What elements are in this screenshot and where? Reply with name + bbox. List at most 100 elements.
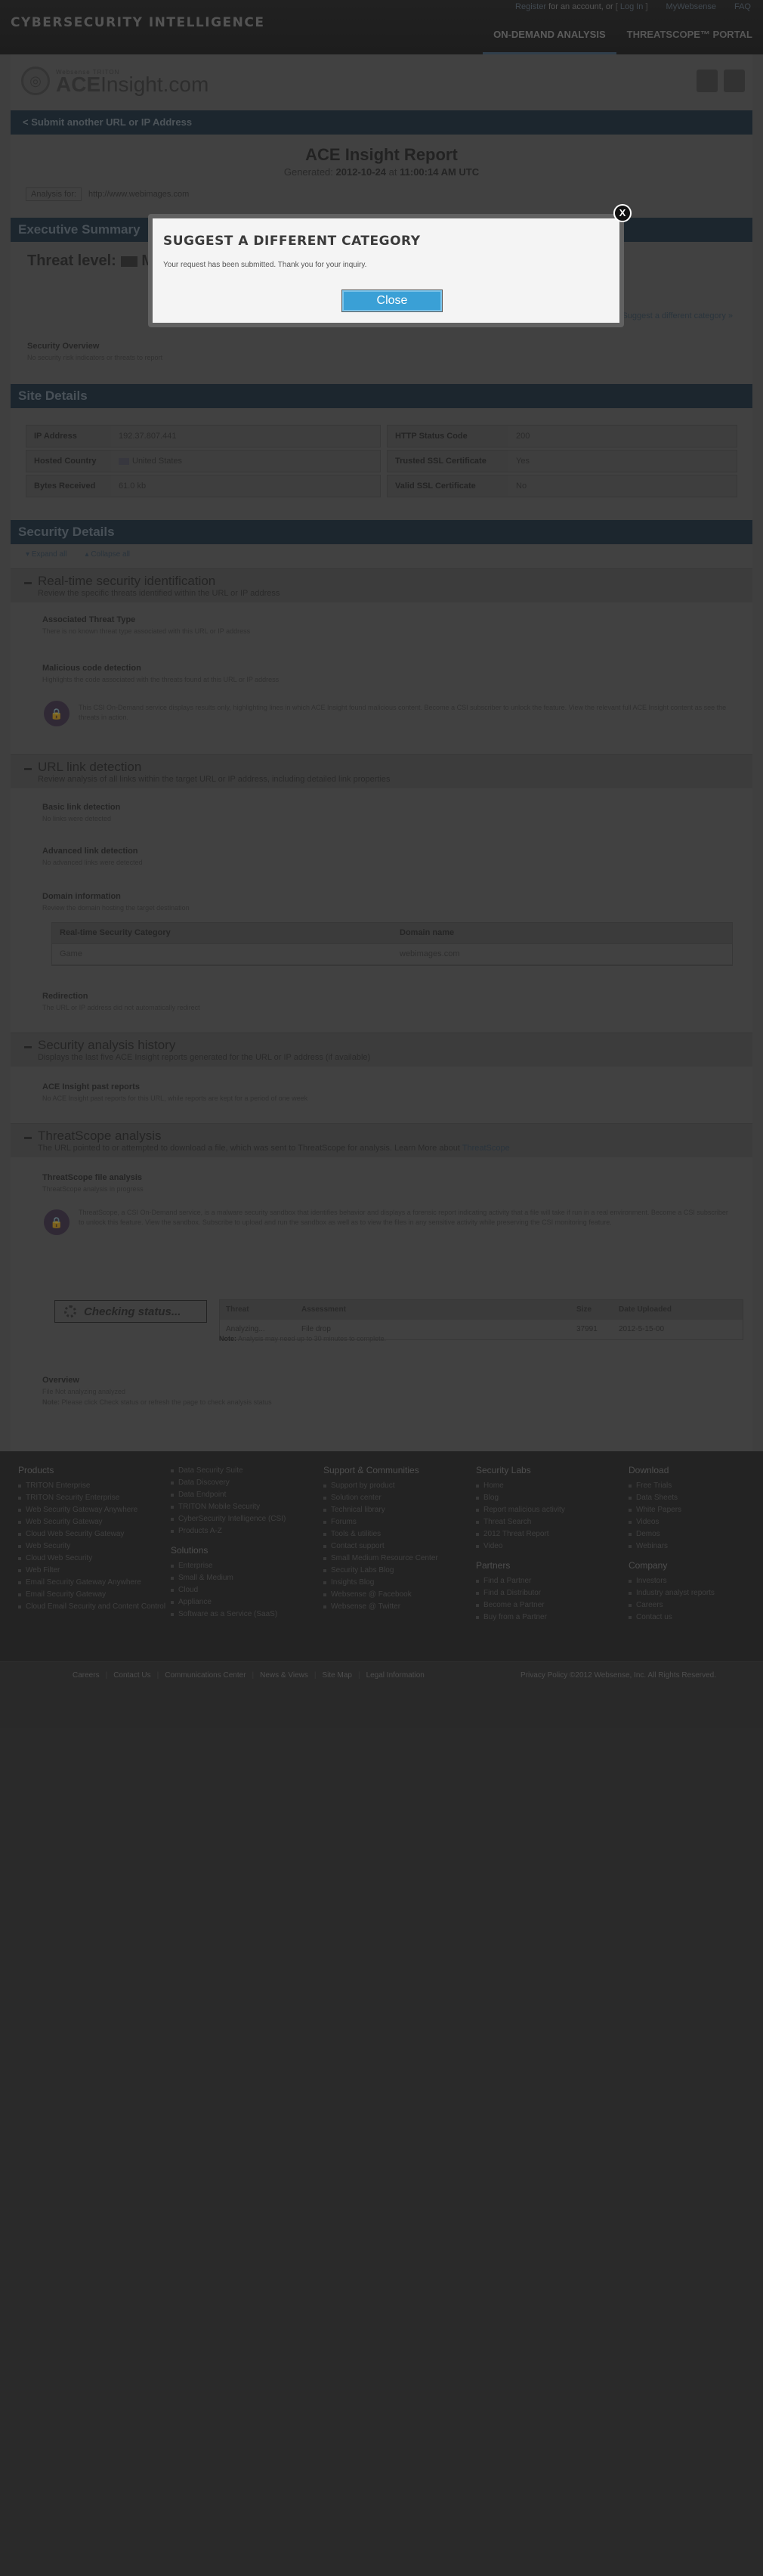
footer-link[interactable]: Email Security Gateway Anywhere bbox=[18, 1577, 165, 1589]
footer-link[interactable]: Webinars bbox=[629, 1540, 715, 1553]
footer-link[interactable]: Enterprise bbox=[171, 1560, 286, 1572]
footer-link[interactable]: Video bbox=[476, 1540, 565, 1553]
footer-link[interactable]: Threat Search bbox=[476, 1516, 565, 1528]
footer-link[interactable]: Free Trials bbox=[629, 1480, 715, 1492]
group-realtime-security[interactable]: ▬ Real-time security identification Revi… bbox=[11, 568, 752, 602]
footer-link[interactable]: Forums bbox=[323, 1516, 438, 1528]
login-link[interactable]: Log In bbox=[620, 2, 644, 11]
suggest-category-link[interactable]: Suggest a different category » bbox=[622, 311, 733, 320]
bottom-link[interactable]: Careers bbox=[73, 1671, 100, 1680]
overview-title: Overview bbox=[42, 1376, 79, 1385]
footer-link[interactable]: Home bbox=[476, 1480, 565, 1492]
submit-another-url-link[interactable]: < Submit another URL or IP Address bbox=[11, 110, 752, 135]
close-button[interactable]: Close bbox=[341, 289, 443, 312]
pdf-icon[interactable] bbox=[724, 70, 745, 92]
footer-link[interactable]: Websense @ Twitter bbox=[323, 1601, 438, 1613]
footer-link[interactable]: Websense @ Facebook bbox=[323, 1589, 438, 1601]
footer-link[interactable]: Web Security Gateway Anywhere bbox=[18, 1504, 165, 1516]
footer-link[interactable]: Cloud Web Security bbox=[18, 1553, 165, 1565]
footer-link[interactable]: Cloud Web Security Gateway bbox=[18, 1528, 165, 1540]
collapse-caret-icon: ▬ bbox=[24, 764, 32, 772]
footer-link[interactable]: Become a Partner bbox=[476, 1599, 565, 1612]
footer-link[interactable]: Small & Medium bbox=[171, 1572, 286, 1584]
bottom-link[interactable]: Contact Us bbox=[113, 1671, 150, 1680]
footer-link[interactable]: Appliance bbox=[171, 1596, 286, 1608]
footer-link[interactable]: Data Sheets bbox=[629, 1492, 715, 1504]
footer-link[interactable]: Security Labs Blog bbox=[323, 1565, 438, 1577]
footer-link[interactable]: Demos bbox=[629, 1528, 715, 1540]
footer-link[interactable]: Buy from a Partner bbox=[476, 1612, 565, 1624]
footer-link[interactable]: Software as a Service (SaaS) bbox=[171, 1608, 286, 1621]
footer-link[interactable]: Industry analyst reports bbox=[629, 1587, 715, 1599]
footer-link[interactable]: Data Endpoint bbox=[171, 1489, 286, 1501]
bottom-link[interactable]: Legal Information bbox=[366, 1671, 425, 1680]
footer-link[interactable]: White Papers bbox=[629, 1504, 715, 1516]
group-url-link-detection[interactable]: ▬ URL link detection Review analysis of … bbox=[11, 754, 752, 788]
footer-link[interactable]: CyberSecurity Intelligence (CSI) bbox=[171, 1513, 286, 1525]
footer-link[interactable]: Email Security Gateway bbox=[18, 1589, 165, 1601]
threatscope-link[interactable]: ThreatScope bbox=[462, 1144, 510, 1153]
dialog-body: SUGGEST A DIFFERENT CATEGORY Your reques… bbox=[153, 218, 619, 323]
faq-link[interactable]: FAQ bbox=[734, 2, 751, 11]
footer-link[interactable]: Data Security Suite bbox=[171, 1465, 286, 1477]
group-security-history[interactable]: ▬ Security analysis history Displays the… bbox=[11, 1033, 752, 1067]
suggest-category-dialog: SUGGEST A DIFFERENT CATEGORY Your reques… bbox=[148, 214, 624, 327]
mywebsense-link[interactable]: MyWebsense bbox=[666, 2, 716, 11]
bottom-link[interactable]: News & Views bbox=[260, 1671, 308, 1680]
footer-link[interactable]: Blog bbox=[476, 1492, 565, 1504]
analysis-for-label: Analysis for: bbox=[26, 187, 82, 201]
footer-link[interactable]: Small Medium Resource Center bbox=[323, 1553, 438, 1565]
footer-link[interactable]: TRITON Mobile Security bbox=[171, 1501, 286, 1513]
footer-link[interactable]: TRITON Enterprise bbox=[18, 1480, 165, 1492]
separator: | bbox=[252, 1671, 255, 1680]
footer-link[interactable]: 2012 Threat Report bbox=[476, 1528, 565, 1540]
malicious-code-title: Malicious code detection bbox=[42, 664, 141, 673]
footer-link[interactable]: Support by product bbox=[323, 1480, 438, 1492]
footer-link[interactable]: Contact support bbox=[323, 1540, 438, 1553]
footer-link[interactable]: Investors bbox=[629, 1575, 715, 1587]
footer-link[interactable]: Solution center bbox=[323, 1492, 438, 1504]
footer-link[interactable]: Technical library bbox=[323, 1504, 438, 1516]
footer-link[interactable]: Cloud Email Security and Content Control bbox=[18, 1601, 165, 1613]
footer: Products TRITON Enterprise TRITON Securit… bbox=[0, 1451, 763, 1661]
footer-link[interactable]: Find a Distributor bbox=[476, 1587, 565, 1599]
close-icon[interactable]: X bbox=[613, 204, 632, 222]
threat-level-chip-icon bbox=[120, 255, 137, 267]
footer-link[interactable]: Report malicious activity bbox=[476, 1504, 565, 1516]
footer-link[interactable]: TRITON Security Enterprise bbox=[18, 1492, 165, 1504]
footer-link[interactable]: Insights Blog bbox=[323, 1577, 438, 1589]
footer-link[interactable]: Data Discovery bbox=[171, 1477, 286, 1489]
footer-link[interactable]: Careers bbox=[629, 1599, 715, 1612]
footer-link[interactable]: Contact us bbox=[629, 1612, 715, 1624]
logo-disc-icon: ◎ bbox=[21, 67, 50, 95]
footer-link[interactable]: Web Filter bbox=[18, 1565, 165, 1577]
footer-link[interactable]: Products A-Z bbox=[171, 1525, 286, 1537]
group-threatscope[interactable]: ▬ ThreatScope analysis The URL pointed t… bbox=[11, 1123, 752, 1157]
ace-insight-logo[interactable]: ◎ Websense TRITON ACEInsight.com bbox=[21, 67, 209, 95]
bottom-link[interactable]: Communications Center bbox=[165, 1671, 246, 1680]
collapse-all-link[interactable]: ▴ Collapse all bbox=[85, 550, 131, 559]
check-status-button[interactable]: Checking status... bbox=[54, 1300, 207, 1323]
expand-all-link[interactable]: ▾ Expand all bbox=[26, 550, 67, 559]
footer-link[interactable]: Videos bbox=[629, 1516, 715, 1528]
tab-threatscope-portal[interactable]: THREATSCOPE™ PORTAL bbox=[616, 26, 763, 54]
footer-link[interactable]: Web Security Gateway bbox=[18, 1516, 165, 1528]
logo-main-text: ACEInsight.com bbox=[56, 72, 209, 96]
bottom-link[interactable]: Site Map bbox=[322, 1671, 351, 1680]
copyright: Privacy Policy ©2012 Websense, Inc. All … bbox=[521, 1671, 716, 1680]
advanced-link-text: No advanced links were detected bbox=[42, 859, 143, 866]
threat-level: Threat level: M bbox=[27, 252, 154, 270]
register-link[interactable]: Register bbox=[515, 2, 546, 11]
expand-collapse-links: ▾ Expand all ▴ Collapse all bbox=[26, 550, 130, 559]
lock-icon: 🔒 bbox=[44, 701, 70, 726]
associated-threat-type-text: There is no known threat type associated… bbox=[42, 627, 251, 635]
footer-col-support: Support & Communities Support by product… bbox=[323, 1465, 438, 1613]
separator: | bbox=[105, 1671, 108, 1680]
footer-link[interactable]: Tools & utilities bbox=[323, 1528, 438, 1540]
site-details-grid: IP Address 192.37.807.441 Hosted Country U… bbox=[26, 425, 737, 497]
footer-link[interactable]: Cloud bbox=[171, 1584, 286, 1596]
footer-link[interactable]: Find a Partner bbox=[476, 1575, 565, 1587]
print-icon[interactable] bbox=[697, 70, 718, 92]
footer-link[interactable]: Web Security bbox=[18, 1540, 165, 1553]
tab-on-demand-analysis[interactable]: ON-DEMAND ANALYSIS bbox=[483, 26, 616, 54]
